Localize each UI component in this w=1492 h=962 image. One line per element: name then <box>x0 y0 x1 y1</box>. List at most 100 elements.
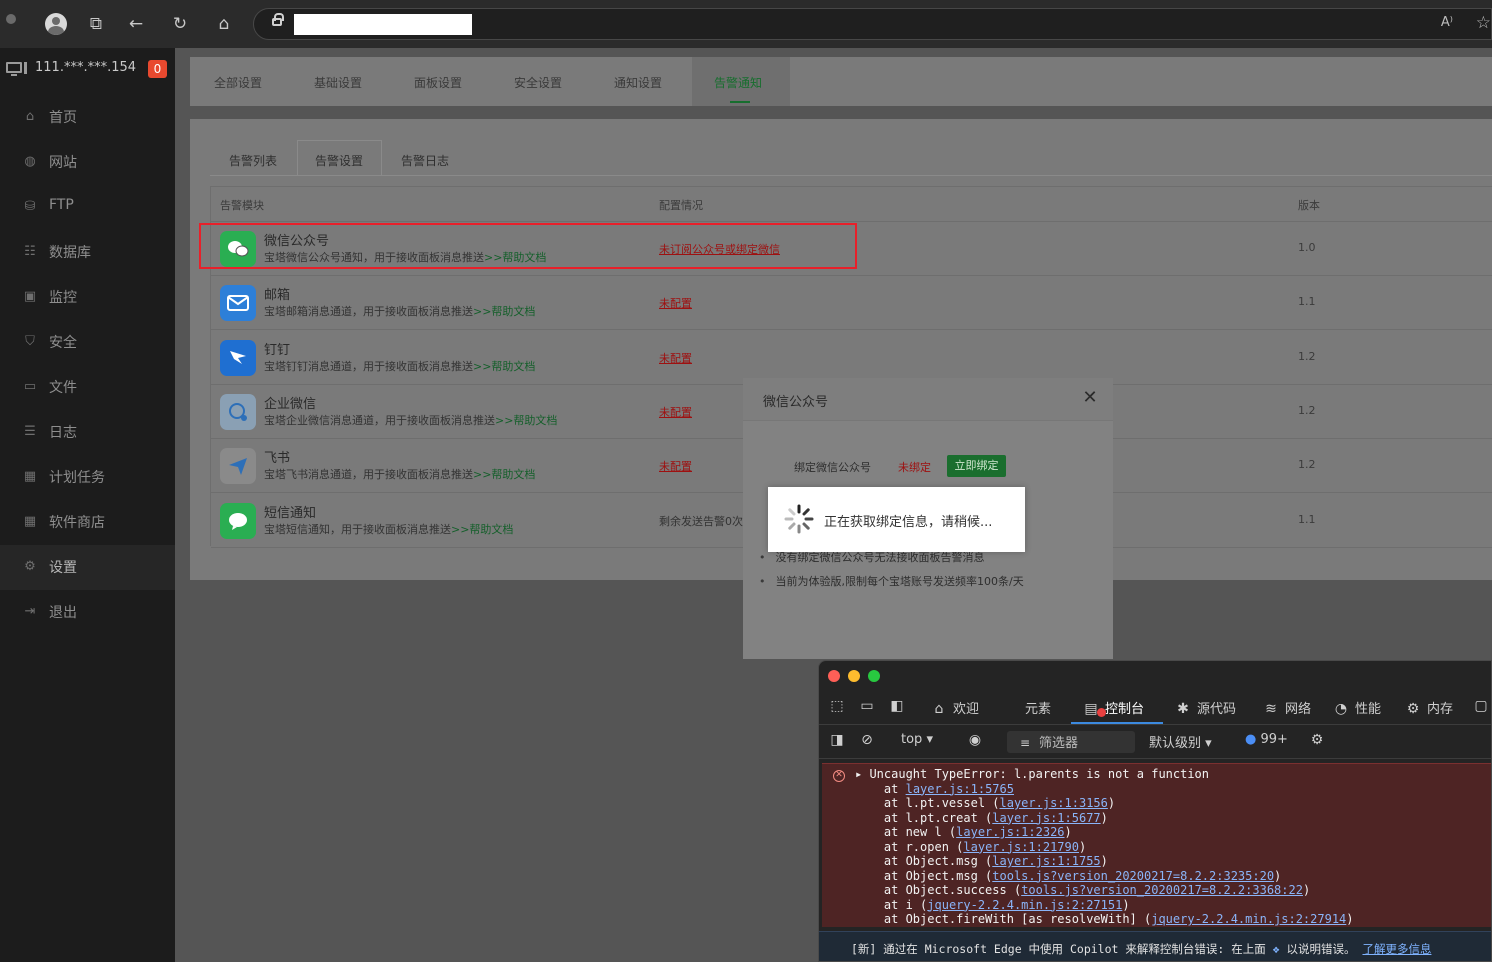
devtools-tab[interactable]: ✱ 源代码 <box>1173 698 1236 717</box>
tab-security-settings[interactable]: 安全设置 <box>514 74 562 91</box>
devtools-tab[interactable]: ≋ 网络 <box>1261 698 1311 717</box>
devtools-tab[interactable]: ⌂ 欢迎 <box>929 698 979 717</box>
home-icon: ⌂ <box>25 109 35 124</box>
console-settings-gear-icon[interactable]: ⚙ <box>1307 732 1331 748</box>
sidebar-item-label: 首页 <box>49 110 77 126</box>
subtab-alert-log[interactable]: 告警日志 <box>401 152 449 169</box>
log-level-select[interactable]: 默认级别 ▾ <box>1149 732 1212 751</box>
tab-all-settings[interactable]: 全部设置 <box>214 74 262 91</box>
source-link[interactable]: jquery-2.2.4.min.js:2:27151 <box>927 898 1122 912</box>
sidebar-item-label: 安全 <box>49 335 77 351</box>
help-doc-link[interactable]: >>帮助文档 <box>473 468 535 481</box>
copilot-text: [新] 通过在 Microsoft Edge 中使用 Copilot 来解释控制… <box>851 942 1432 956</box>
config-status[interactable]: 未配置 <box>659 295 692 311</box>
help-doc-link[interactable]: >>帮助文档 <box>495 414 557 427</box>
tab-alert-notify[interactable]: 告警通知 <box>714 74 762 91</box>
subtab-alert-settings[interactable]: 告警设置 <box>315 152 363 169</box>
config-status[interactable]: 未配置 <box>659 458 692 474</box>
module-name: 短信通知 <box>264 505 317 521</box>
help-doc-link[interactable]: >>帮助文档 <box>473 305 535 318</box>
active-tab-underline <box>730 101 750 103</box>
devtools-tab[interactable]: ▤ 控制台 <box>1081 698 1144 717</box>
sidebar-item[interactable]: ⌂ 首页 <box>0 95 175 140</box>
sidebar-item[interactable]: ☷ 数据库 <box>0 230 175 275</box>
header-version: 版本 <box>1298 199 1320 212</box>
close-window-icon[interactable] <box>828 670 840 682</box>
sidebar-item-label: FTP <box>49 197 74 213</box>
config-status[interactable]: 未配置 <box>659 404 692 420</box>
clear-console-icon[interactable]: ⊘ <box>857 732 881 748</box>
help-doc-link[interactable]: >>帮助文档 <box>473 360 535 373</box>
module-desc: 宝塔短信通知，用于接收面板消息推送>>帮助文档 <box>264 522 514 536</box>
source-link[interactable]: layer.js:1:5765 <box>906 782 1014 796</box>
devtools-tab[interactable]: ◔ 性能 <box>1331 698 1381 717</box>
source-link[interactable]: tools.js?version_20200217=8.2.2:3368:22 <box>1021 883 1303 897</box>
sidebar-item[interactable]: ⇥ 退出 <box>0 590 175 635</box>
memory-icon: ⚙ <box>1406 701 1420 717</box>
issues-counter[interactable]: ● 99+ <box>1245 732 1288 747</box>
log-icon: ☰ <box>24 424 36 439</box>
subtab-alert-list[interactable]: 告警列表 <box>229 152 277 169</box>
address-bar[interactable]: A⁾ ☆ <box>253 8 1492 40</box>
sidebar-toggle-icon[interactable]: ◨ <box>827 732 851 748</box>
tab-basic-settings[interactable]: 基础设置 <box>314 74 362 91</box>
profile-avatar[interactable] <box>45 13 67 35</box>
devtools-tab[interactable]: ⚙ 内存 <box>1403 698 1453 717</box>
lock-icon[interactable] <box>272 13 284 26</box>
sidebar-item[interactable]: ⛉ 安全 <box>0 320 175 365</box>
minimize-window-icon[interactable] <box>848 670 860 682</box>
module-icon <box>220 339 256 376</box>
window-control-icon[interactable] <box>6 14 16 24</box>
back-arrow-icon[interactable]: ← <box>124 12 148 36</box>
stack-frame: at i (jquery-2.2.4.min.js:2:27151) <box>883 897 1130 912</box>
source-link[interactable]: layer.js:1:5677 <box>992 811 1100 825</box>
devtools-tab-label: 元素 <box>1025 702 1052 717</box>
devtools-tab[interactable]: 元素 <box>1001 698 1051 717</box>
read-aloud-icon[interactable]: A⁾ <box>1441 15 1453 30</box>
live-expression-icon[interactable]: ◉ <box>965 732 989 748</box>
module-version: 1.1 <box>1298 512 1316 526</box>
close-icon[interactable]: ✕ <box>1081 389 1099 407</box>
help-doc-link[interactable]: >>帮助文档 <box>451 523 513 536</box>
sidebar-item[interactable]: ▭ 文件 <box>0 365 175 410</box>
source-link[interactable]: layer.js:1:21790 <box>963 840 1079 854</box>
sidebar-item[interactable]: ☰ 日志 <box>0 410 175 455</box>
source-link[interactable]: layer.js:1:3156 <box>1000 796 1108 810</box>
source-link[interactable]: jquery-2.2.4.min.js:2:27914 <box>1151 912 1346 926</box>
learn-more-link[interactable]: 了解更多信息 <box>1362 942 1431 956</box>
tab-notify-settings[interactable]: 通知设置 <box>614 74 662 91</box>
source-link[interactable]: layer.js:1:2326 <box>956 825 1064 839</box>
sidebar-item[interactable]: ▦ 计划任务 <box>0 455 175 500</box>
server-info: 111.***.***.154 0 <box>0 48 175 92</box>
workspaces-icon[interactable]: ⧉ <box>84 12 108 36</box>
dock-icon[interactable]: ◧ <box>887 698 911 714</box>
config-status[interactable]: 未配置 <box>659 350 692 366</box>
database-icon: ☷ <box>24 244 36 259</box>
url-redacted[interactable] <box>294 14 472 35</box>
favorite-star-icon[interactable]: ☆ <box>1476 13 1491 33</box>
sidebar-item[interactable]: ▣ 监控 <box>0 275 175 320</box>
stack-frame: at new l (layer.js:1:2326) <box>883 825 1072 839</box>
sidebar-item[interactable]: ▦ 软件商店 <box>0 500 175 545</box>
module-version: 1.2 <box>1298 403 1316 417</box>
more-panels-icon[interactable]: ▢ <box>1471 698 1491 714</box>
inspect-icon[interactable]: ⬚ <box>827 698 851 714</box>
sidebar-item[interactable]: ⚙ 设置 <box>0 545 175 590</box>
module-version: 1.2 <box>1298 458 1316 472</box>
source-link[interactable]: tools.js?version_20200217=8.2.2:3235:20 <box>992 869 1274 883</box>
modal-header: 微信公众号 ✕ <box>743 378 1113 421</box>
context-select[interactable]: top ▾ <box>901 732 933 747</box>
tab-panel-settings[interactable]: 面板设置 <box>414 74 462 91</box>
module-desc: 宝塔飞书消息通道，用于接收面板消息推送>>帮助文档 <box>264 468 536 482</box>
sidebar-item[interactable]: ◍ 网站 <box>0 140 175 185</box>
active-devtools-tab-underline <box>1071 722 1163 724</box>
home-icon[interactable]: ⌂ <box>212 12 236 36</box>
source-link[interactable]: layer.js:1:1755 <box>992 854 1100 868</box>
bind-now-button[interactable]: 立即绑定 <box>947 455 1006 477</box>
bind-label: 绑定微信公众号 <box>794 461 871 474</box>
sidebar-item[interactable]: ⛁ FTP <box>0 185 175 230</box>
refresh-icon[interactable]: ↻ <box>168 12 192 36</box>
message-badge[interactable]: 0 <box>148 60 167 78</box>
device-toggle-icon[interactable]: ▭ <box>857 698 881 714</box>
maximize-window-icon[interactable] <box>868 670 880 682</box>
